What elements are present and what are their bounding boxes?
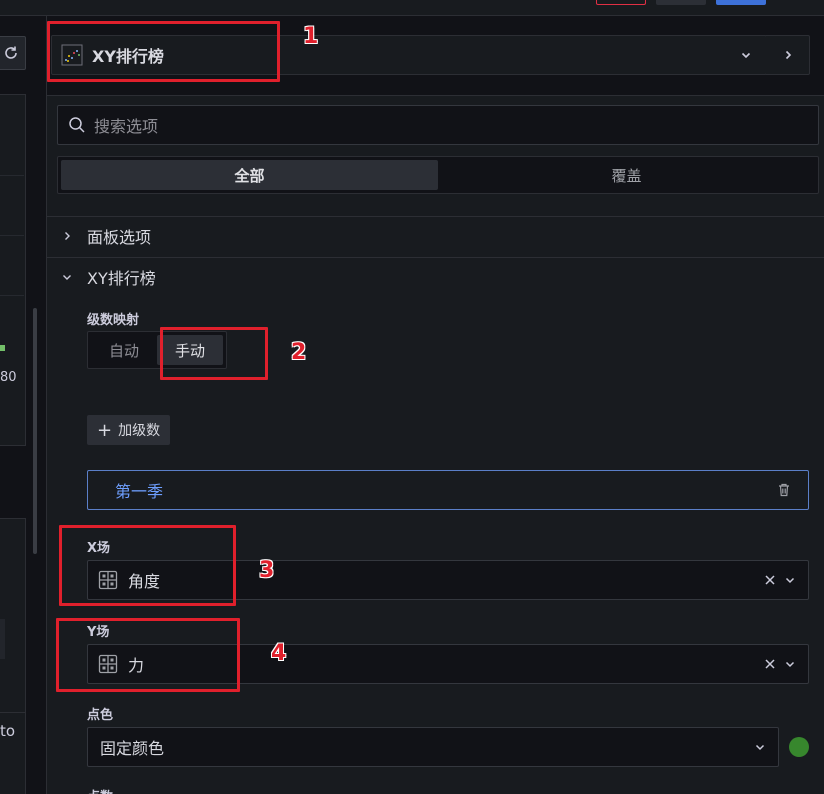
search-placeholder: 搜索选项: [94, 117, 159, 136]
x-axis-tick-label: 80: [0, 370, 17, 385]
point-color-mode-select[interactable]: 固定颜色: [87, 727, 779, 767]
section-title: XY排行榜: [87, 269, 156, 288]
tab-overrides[interactable]: 覆盖: [438, 160, 815, 190]
series-mapping-label: 级数映射: [87, 313, 140, 328]
chevron-down-icon[interactable]: [784, 658, 796, 670]
radio-auto[interactable]: 自动: [91, 335, 157, 365]
section-panel-options[interactable]: 面板选项: [61, 224, 151, 248]
search-options-input[interactable]: 搜索选项: [57, 105, 819, 145]
chart-preview: 80: [0, 94, 26, 446]
collapse-options-button[interactable]: [766, 35, 810, 75]
chevron-down-icon: [755, 744, 765, 751]
toolbar-button[interactable]: [656, 0, 706, 5]
point-color-mode-value: 固定颜色: [100, 739, 165, 758]
options-filter-tabs: 全部 覆盖: [57, 156, 819, 194]
chevron-down-icon[interactable]: [784, 574, 796, 586]
discard-button[interactable]: [596, 0, 646, 5]
tab-all[interactable]: 全部: [61, 160, 438, 190]
annotation-box-3: [59, 525, 236, 606]
chevron-right-icon: [61, 231, 73, 241]
annotation-number-3: 3: [259, 558, 275, 583]
series-name: 第一季: [115, 482, 164, 501]
series-item[interactable]: 第一季: [87, 470, 809, 510]
point-color-label: 点色: [87, 708, 114, 723]
add-series-button[interactable]: + 加级数: [87, 415, 171, 445]
annotation-box-2: [160, 327, 268, 380]
chevron-down-icon[interactable]: [726, 36, 766, 74]
annotation-number-4: 4: [271, 641, 287, 666]
query-panel: to: [0, 518, 26, 794]
top-toolbar: [0, 0, 824, 16]
section-xy-chart[interactable]: XY排行榜: [61, 265, 156, 289]
chart-point: [0, 345, 5, 351]
annotation-box-4: [56, 618, 240, 692]
auto-option-label: to: [0, 722, 16, 740]
apply-button[interactable]: [716, 0, 766, 5]
section-title: 面板选项: [87, 228, 152, 247]
annotation-number-2: 2: [291, 340, 307, 365]
clear-icon[interactable]: [764, 658, 776, 670]
panel-preview-area: 80 to: [0, 16, 44, 794]
chevron-down-icon: [61, 272, 73, 282]
annotation-number-1: 1: [303, 24, 319, 49]
trash-icon[interactable]: [760, 471, 808, 509]
add-series-label: 加级数: [118, 423, 161, 439]
point-size-label: 点数: [87, 786, 113, 794]
clear-icon[interactable]: [764, 574, 776, 586]
annotation-box-1: [47, 21, 280, 82]
color-swatch[interactable]: [789, 737, 809, 757]
refresh-icon: [5, 46, 17, 59]
plus-icon: +: [97, 419, 113, 441]
preview-scrollbar[interactable]: [33, 308, 37, 554]
search-icon: [69, 117, 85, 133]
refresh-button[interactable]: [0, 36, 26, 70]
chevron-right-icon: [785, 50, 791, 60]
